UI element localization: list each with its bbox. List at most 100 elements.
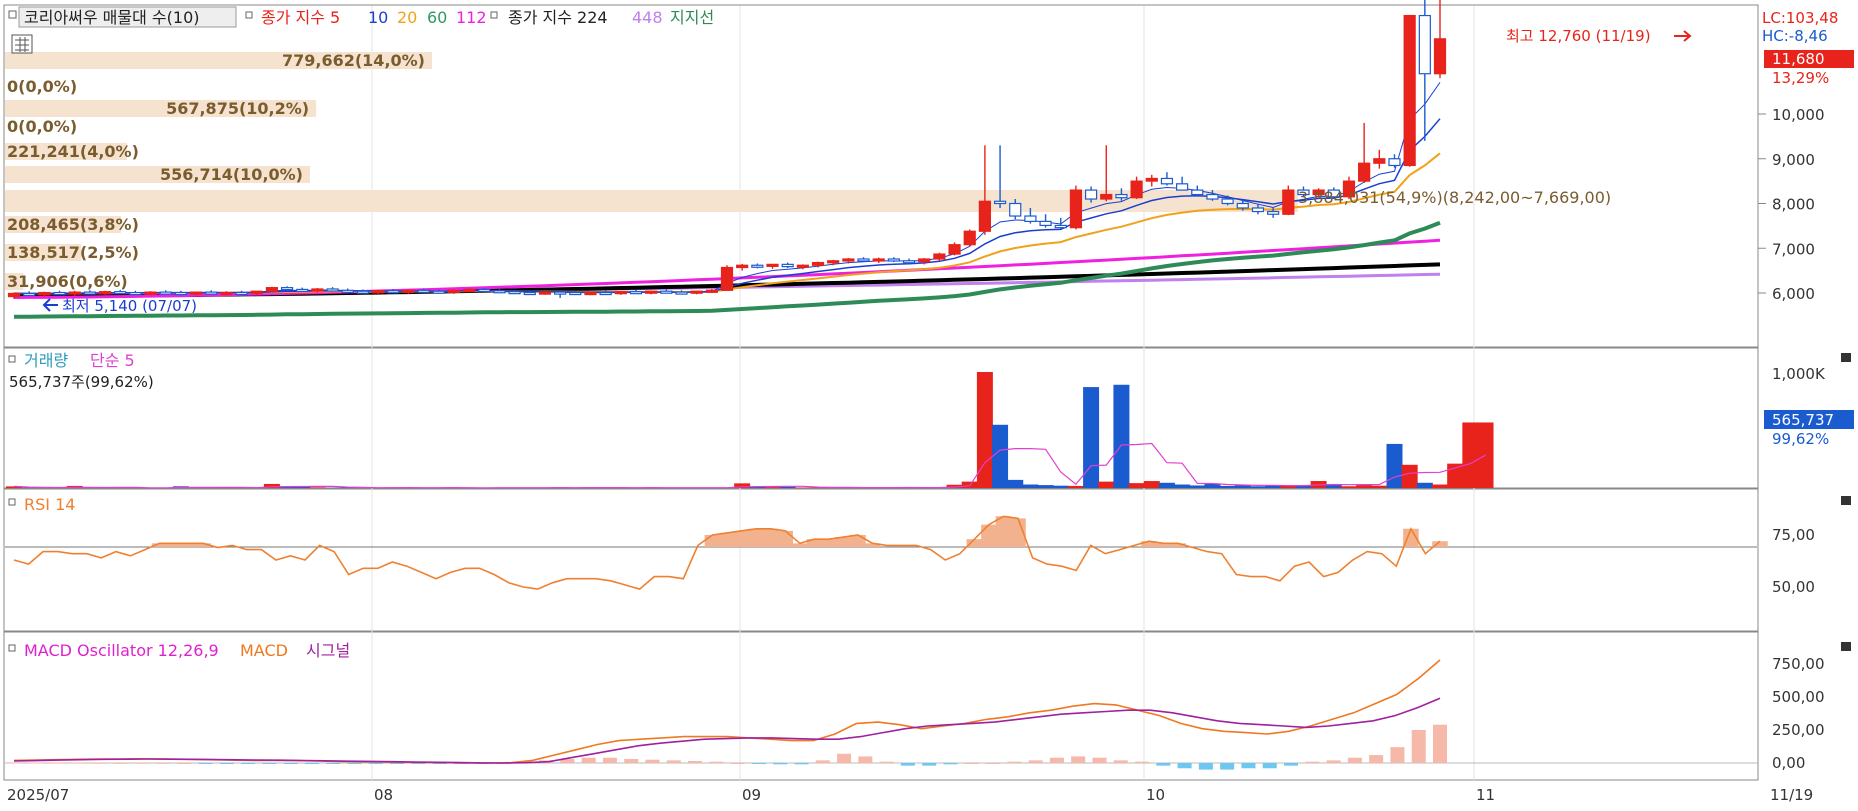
macd-oscillator-bar	[986, 763, 1001, 764]
macd-oscillator-bar	[602, 757, 617, 763]
volume-current-text: 565,737주(99,62%)	[9, 373, 154, 391]
candle-body	[629, 291, 643, 295]
candle-body	[23, 292, 36, 297]
candle-body	[948, 244, 961, 255]
candle-body	[736, 264, 749, 269]
candle-body	[159, 291, 172, 295]
signal-legend: 시그널	[306, 641, 350, 660]
macd-close-icon[interactable]	[1841, 642, 1851, 651]
candle-body	[296, 288, 309, 293]
volume-bar	[309, 487, 326, 488]
ma448-legend: 448	[632, 8, 663, 27]
price-tick-label: 10,000	[1772, 106, 1825, 124]
candle-body	[68, 291, 81, 295]
candle-body	[902, 260, 916, 264]
candle-body	[1403, 14, 1416, 167]
macd-tick-500: 500,00	[1772, 688, 1825, 706]
xaxis-label-nov: 11	[1476, 786, 1495, 804]
low-label: 최저 5,140 (07/07)	[62, 297, 197, 315]
macd-oscillator-bar	[1347, 757, 1362, 763]
macd-oscillator-bar	[1028, 760, 1043, 763]
ma112-legend: 112	[456, 8, 487, 27]
xaxis-label-end: 11/19	[1770, 786, 1813, 804]
candle-body	[114, 291, 127, 295]
macd-oscillator-bar	[624, 759, 639, 763]
macd-oscillator-bar	[198, 763, 213, 764]
macd-oscillator-bar	[113, 762, 128, 764]
volume-bar	[1098, 481, 1115, 488]
rsi-panel[interactable]	[3, 488, 1759, 632]
candle-body	[129, 291, 142, 296]
profile-label: 0(0,0%)	[7, 77, 77, 96]
macd-tick-0: 0,00	[1772, 754, 1805, 772]
legend-box-icon	[8, 10, 17, 19]
volume-panel[interactable]	[3, 347, 1759, 489]
macd-oscillator-bar	[1390, 747, 1405, 763]
macd-oscillator-bar	[49, 762, 64, 764]
candle-body	[478, 288, 491, 293]
high-label: 최고 12,760 (11/19)	[1506, 27, 1651, 45]
volume-bar	[1462, 422, 1479, 488]
candle-body	[675, 291, 688, 295]
candle-body	[1176, 183, 1189, 191]
macd-oscillator-bar	[751, 763, 766, 764]
macd-oscillator-bar	[794, 763, 809, 765]
volume-bar	[1340, 486, 1357, 488]
candle-body	[1130, 180, 1143, 199]
candle-body	[918, 258, 931, 263]
macd-tick-250: 250,00	[1772, 721, 1825, 739]
macd-oscillator-bar	[304, 763, 319, 764]
volume-bar	[1037, 485, 1054, 488]
macd-oscillator-bar	[219, 763, 234, 764]
profile-label: 138,517(2,5%)	[7, 243, 139, 262]
volume-bar	[1249, 486, 1266, 488]
volume-bar	[1356, 485, 1373, 488]
volume-bar	[1143, 481, 1160, 488]
macd-oscillator-bar	[368, 763, 383, 764]
rsi-legend: RSI 14	[24, 495, 75, 514]
candle-body	[1236, 202, 1249, 209]
macd-oscillator-bar	[1433, 724, 1447, 763]
candle-body	[796, 264, 809, 268]
rsi-close-icon[interactable]	[1841, 496, 1851, 505]
profile-label: 567,875(10,2%)	[166, 99, 309, 118]
candle-body	[7, 292, 21, 298]
profile-label: 31,906(0,6%)	[7, 272, 128, 291]
macd-oscillator-bar	[1262, 763, 1277, 769]
candle-body	[265, 287, 278, 292]
volume-bar	[1128, 483, 1145, 488]
volume-bar	[992, 424, 1009, 488]
candle-body	[584, 291, 597, 296]
candle-body	[38, 291, 51, 296]
price-tick-label: 6,000	[1772, 285, 1815, 303]
candle-body	[53, 291, 66, 296]
profile-bar	[5, 190, 1298, 212]
volume-bar	[1295, 485, 1312, 488]
macd-oscillator-bar	[1135, 761, 1150, 763]
ma224-legend: 종가 지수 224	[508, 8, 608, 27]
lc-badge: LC:103,48	[1762, 9, 1838, 27]
volume-bar	[1401, 464, 1418, 488]
candle-body	[720, 266, 734, 291]
candle-body	[1221, 198, 1234, 205]
macd-oscillator-bar	[688, 761, 703, 763]
candle-body	[250, 290, 263, 295]
candle-body	[781, 263, 794, 268]
candle-body	[1373, 158, 1386, 164]
xaxis-label-sep: 09	[742, 786, 761, 804]
candle-body	[1160, 177, 1174, 185]
macd-tick-750: 750,00	[1772, 655, 1825, 673]
volume-bar	[1158, 482, 1175, 488]
candle-body	[614, 291, 627, 295]
volume-close-icon[interactable]	[1841, 353, 1851, 362]
macd-oscillator-bar	[1284, 763, 1299, 766]
stock-chart[interactable]: 779,662(14,0%) 0(0,0%) 567,875(10,2%) 0(0,0…	[0, 0, 1858, 811]
candle-body	[432, 290, 445, 294]
candle-body	[569, 291, 582, 296]
candle-body	[690, 290, 703, 294]
macd-oscillator-bar	[709, 761, 724, 763]
candle-body	[326, 288, 339, 292]
volume-bar	[1113, 384, 1130, 488]
volume-current-value: 565,737	[1772, 411, 1834, 429]
macd-legend-box-icon	[8, 644, 16, 652]
